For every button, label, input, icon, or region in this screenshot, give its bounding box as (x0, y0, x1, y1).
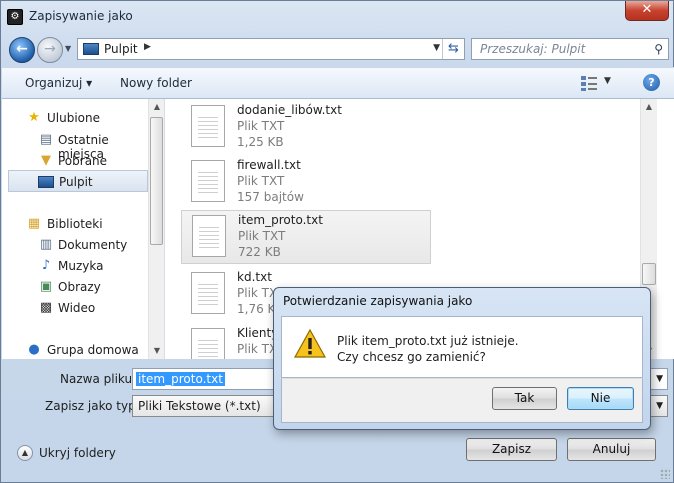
scroll-up-icon[interactable]: ▲ (149, 99, 165, 115)
filetype-value: Pliki Tekstowe (*.txt) (138, 399, 261, 413)
sidebar-item-label: Wideo (58, 301, 96, 315)
organize-button[interactable]: Organizuj ▾ (25, 76, 92, 90)
downloads-folder-icon: ▼ (41, 153, 51, 168)
refresh-icon[interactable]: ⇆ (442, 39, 464, 59)
dialog-message-line2: Czy chcesz go zamienić? (337, 350, 486, 364)
app-icon: ⚙ (7, 9, 23, 25)
file-item[interactable]: dodanie_libów.txt Plik TXT 1,25 KB (181, 101, 431, 155)
file-type: Plik TXT (237, 174, 285, 188)
help-icon[interactable]: ? (643, 74, 660, 91)
star-icon: ★ (28, 110, 40, 125)
resize-grip-icon[interactable] (660, 469, 670, 479)
filetype-label: Zapisz jako typ: (45, 399, 140, 413)
close-button[interactable]: ✕ (625, 1, 669, 21)
file-item[interactable]: firewall.txt Plik TXT 157 bajtów (181, 156, 431, 210)
save-button[interactable]: Zapisz (466, 438, 557, 461)
file-size: 1,25 KB (237, 135, 284, 149)
sidebar-item-libraries[interactable]: ▦ Biblioteki (2, 213, 148, 235)
filename-value[interactable]: item_proto.txt (136, 372, 225, 386)
title-bar: ⚙ Zapisywanie jako ✕ (1, 1, 673, 33)
yes-button[interactable]: Tak (492, 387, 557, 410)
search-box[interactable]: Przeszukaj: Pulpit ⚲ (471, 38, 669, 60)
dialog-message-line1: Plik item_proto.txt już istnieje. (337, 334, 519, 348)
sidebar-scrollbar[interactable]: ▲ ▼ (148, 99, 164, 359)
change-view-icon[interactable] (580, 74, 598, 92)
libraries-icon: ▦ (27, 216, 41, 231)
file-item-selected[interactable]: item_proto.txt Plik TXT 722 KB (181, 210, 431, 264)
sidebar-item-homegroup[interactable]: ● Grupa domowa (2, 339, 148, 361)
address-bar[interactable]: Pulpit ▶ ▼ ⇆ (77, 38, 465, 60)
text-file-icon (191, 272, 225, 314)
file-name: item_proto.txt (238, 213, 323, 227)
window-title: Zapisywanie jako (29, 9, 133, 23)
text-file-icon (191, 105, 225, 147)
hide-folders-label[interactable]: Ukryj foldery (39, 446, 116, 460)
new-folder-button[interactable]: Nowy folder (120, 76, 192, 90)
file-type: Plik TXT (237, 119, 285, 133)
desktop-icon (83, 43, 99, 55)
file-name: dodanie_libów.txt (237, 103, 342, 117)
sidebar-item-label: Biblioteki (47, 217, 103, 231)
file-size: 722 KB (238, 245, 281, 259)
sidebar-item-pictures[interactable]: ▣ Obrazy (2, 276, 148, 298)
sidebar-item-label: Ulubione (47, 111, 101, 125)
cancel-button[interactable]: Anuluj (567, 438, 656, 461)
navigation-pane: ★ Ulubione ▤ Ostatnie miejsca ▼ Pobrane … (2, 99, 165, 359)
file-name: kd.txt (237, 270, 272, 284)
file-type: Plik TXT (238, 229, 286, 243)
filename-label: Nazwa pliku: (60, 372, 137, 386)
chevron-down-icon[interactable]: ▼ (656, 374, 663, 384)
recent-places-icon: ▤ (39, 132, 53, 147)
sidebar-item-label: Muzyka (58, 259, 104, 273)
forward-button[interactable]: → (37, 37, 63, 63)
collapse-arrow-icon[interactable]: ▲ (17, 445, 33, 461)
command-bar: Organizuj ▾ Nowy folder ▼ ? (2, 67, 674, 99)
scrollbar-thumb[interactable] (642, 263, 656, 285)
scrollbar-thumb[interactable] (150, 117, 163, 245)
text-file-icon (191, 328, 225, 359)
text-file-icon (191, 160, 225, 202)
sidebar-item-documents[interactable]: ▥ Dokumenty (2, 234, 148, 256)
sidebar-item-desktop[interactable]: Pulpit (8, 170, 148, 192)
sidebar-item-video[interactable]: ▩ Wideo (2, 297, 148, 319)
dialog-title: Potwierdzanie zapisywania jako (283, 294, 473, 308)
scroll-down-icon[interactable]: ▼ (149, 343, 165, 359)
sidebar-item-downloads[interactable]: ▼ Pobrane (2, 150, 148, 172)
chevron-down-icon[interactable]: ▼ (656, 401, 663, 411)
documents-icon: ▥ (39, 237, 53, 252)
dialog-body: Plik item_proto.txt już istnieje. Czy ch… (281, 316, 643, 378)
sidebar-item-recent-places[interactable]: ▤ Ostatnie miejsca (2, 129, 148, 161)
text-file-icon (192, 215, 226, 257)
video-icon: ▩ (39, 300, 53, 315)
sidebar-item-label: Pobrane (58, 154, 108, 168)
view-options-dropdown[interactable]: ▼ (604, 76, 611, 86)
warning-icon (294, 329, 326, 358)
sidebar-item-label: Dokumenty (58, 238, 128, 252)
homegroup-icon: ● (28, 342, 40, 357)
sidebar-item-favorites[interactable]: ★ Ulubione (2, 107, 148, 129)
address-history-dropdown[interactable]: ▼ (433, 43, 440, 53)
music-icon: ♪ (41, 258, 51, 273)
sidebar-item-label: Obrazy (58, 280, 101, 294)
back-button[interactable]: ← (9, 37, 35, 63)
search-input[interactable]: Przeszukaj: Pulpit (480, 42, 585, 56)
search-icon[interactable]: ⚲ (654, 42, 663, 56)
confirm-save-dialog: Potwierdzanie zapisywania jako Plik item… (273, 287, 651, 430)
desktop-icon (38, 176, 54, 188)
recent-pages-dropdown[interactable]: ▼ (65, 44, 75, 54)
pictures-icon: ▣ (39, 279, 53, 294)
file-size: 157 bajtów (237, 190, 304, 204)
file-type: Plik TX (237, 342, 278, 356)
no-button[interactable]: Nie (567, 387, 634, 410)
sidebar-item-label: Pulpit (59, 175, 93, 189)
dialog-footer: Tak Nie (281, 378, 643, 423)
scroll-up-icon[interactable]: ▲ (641, 99, 657, 115)
address-location[interactable]: Pulpit (104, 42, 138, 56)
breadcrumb-arrow-icon[interactable]: ▶ (144, 42, 151, 52)
sidebar-item-music[interactable]: ♪ Muzyka (2, 255, 148, 277)
sidebar-item-label: Grupa domowa (47, 343, 139, 357)
file-name: firewall.txt (237, 158, 301, 172)
